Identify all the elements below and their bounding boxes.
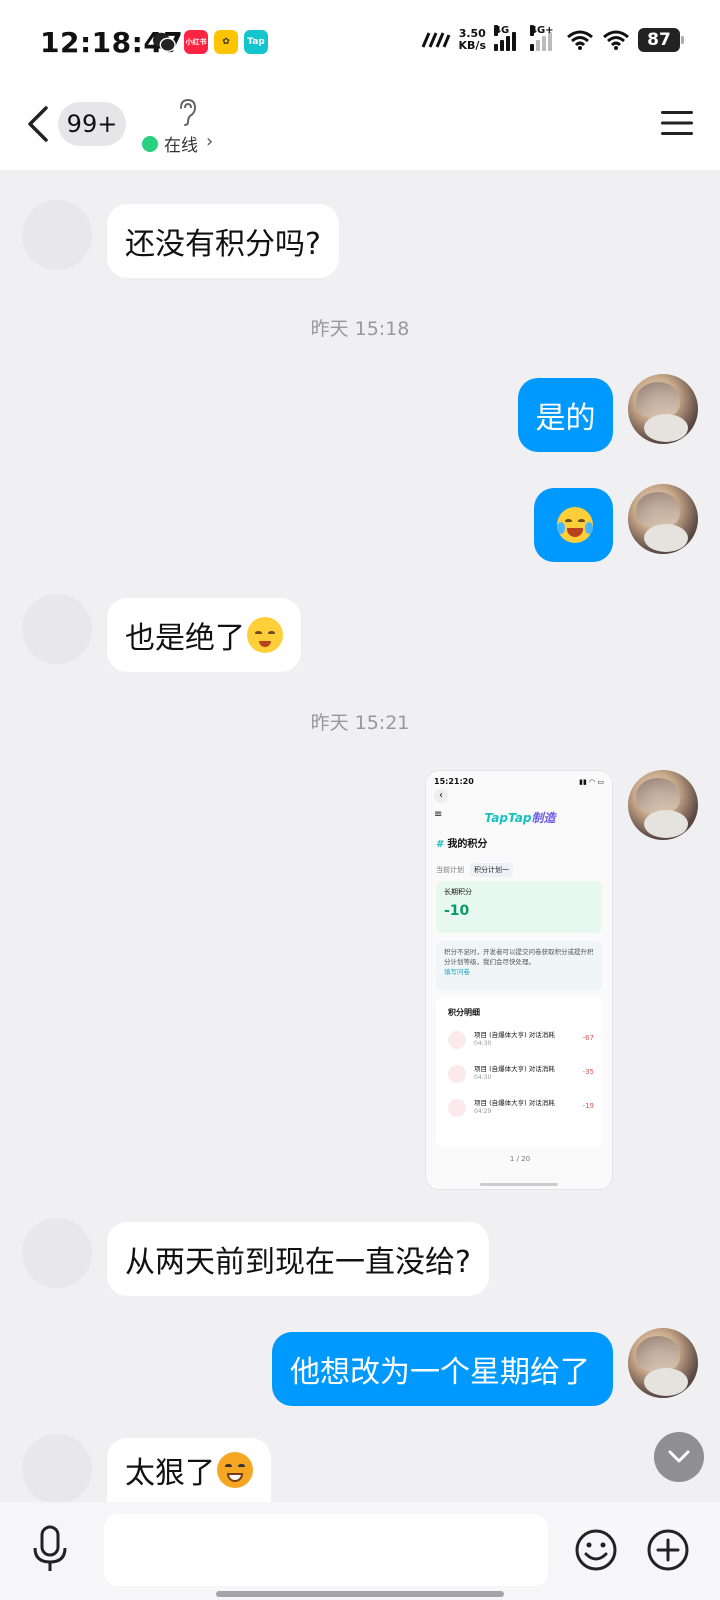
shot-pager: 1 / 20 (509, 1155, 531, 1163)
wifi-icon-2 (603, 30, 629, 50)
unread-count-badge[interactable]: 99+ (58, 102, 126, 146)
shot-note: 积分不足时，开发者可以提交问卷获取积分或提升积分计划等级，我们会尽快处理。 填写… (436, 941, 602, 991)
shot-note-text: 积分不足时，开发者可以提交问卷获取积分或提升积分计划等级，我们会尽快处理。 (444, 948, 594, 966)
shot-row-icon (448, 1031, 466, 1049)
shot-hash-icon: # (436, 839, 445, 850)
chevron-right-icon[interactable]: › (206, 131, 213, 152)
xiaohongshu-icon: 小红书 (184, 30, 208, 54)
wifi-icon (567, 30, 593, 50)
message-bubble-incoming[interactable]: 太狠了 (107, 1438, 271, 1502)
contact-avatar[interactable] (22, 200, 92, 270)
shot-tabs: 当前计划 积分计划一 (436, 863, 513, 877)
shot-row-amount: -19 (582, 1102, 594, 1110)
online-status-dot (142, 136, 158, 152)
home-indicator[interactable] (216, 1591, 504, 1597)
taptap-icon: Tap (244, 30, 268, 54)
shot-home-bar (480, 1183, 558, 1186)
dog-emoji (217, 1452, 253, 1488)
status-bar: 12:18:47 小红书 ✿ Tap 3.50 KB/s 4G 4G+ 87 (0, 0, 720, 90)
input-bar (0, 1502, 720, 1600)
message-bubble-incoming[interactable]: 也是绝了 (107, 598, 301, 672)
message-text: 还没有积分吗? (125, 227, 321, 262)
shot-back-icon: ‹ (434, 789, 448, 803)
my-avatar[interactable] (628, 484, 698, 554)
shot-tab-value: 积分计划一 (470, 863, 513, 877)
shot-row-icon (448, 1099, 466, 1117)
shot-row-time: 04:30 (474, 1074, 492, 1081)
chat-header: 99+ 在线 › (0, 90, 720, 170)
shot-row-icon (448, 1065, 466, 1083)
message-text: 是的 (535, 401, 596, 436)
signal-sim1-icon: 4G (494, 25, 522, 51)
scroll-to-bottom-button[interactable] (654, 1432, 704, 1482)
status-icons: 3.50 KB/s 4G 4G+ 87 (421, 25, 684, 52)
signal-sim2-icon: 4G+ (530, 25, 558, 51)
shot-row-name: 项目 (自爆体大亨) 对话消耗 (474, 1099, 555, 1107)
shot-row-amount: -35 (582, 1068, 594, 1076)
shot-card-label: 长期积分 (444, 888, 472, 896)
message-bubble-incoming[interactable]: 从两天前到现在一直没给? (107, 1222, 489, 1296)
shot-logo-a: TapTap (484, 811, 532, 825)
tears-of-joy-emoji (556, 507, 593, 543)
shot-time: 15:21:20 (434, 777, 474, 786)
message-text: 太狠了 (125, 1456, 215, 1491)
microphone-icon[interactable] (30, 1524, 70, 1574)
my-avatar[interactable] (628, 770, 698, 840)
shot-row-time: 04:30 (474, 1040, 492, 1047)
shot-detail-row: 项目 (自爆体大亨) 对话消耗 04:29 -19 (448, 1095, 594, 1123)
my-avatar[interactable] (628, 1328, 698, 1398)
shot-row-name: 项目 (自爆体大亨) 对话消耗 (474, 1065, 555, 1073)
speechless-emoji (247, 617, 283, 653)
shot-detail-row: 项目 (自爆体大亨) 对话消耗 04:30 -67 (448, 1027, 594, 1055)
online-status-label[interactable]: 在线 (164, 131, 198, 156)
screenshot-thumbnail[interactable]: 15:21:20 ▮▮ ◠ ▭ ‹ ≡ TapTap制造 # 我的积分 当前计划 … (425, 770, 613, 1190)
message-bubble-outgoing[interactable]: 是的 (518, 378, 613, 452)
shot-status-icons: ▮▮ ◠ ▭ (579, 778, 604, 786)
sim1-label: 4G (494, 25, 510, 36)
message-text: 他想改为一个星期给了 (290, 1355, 590, 1390)
plus-icon[interactable] (646, 1528, 690, 1572)
message-bubble-incoming[interactable]: 还没有积分吗? (107, 204, 339, 278)
back-arrow-icon[interactable] (24, 104, 54, 144)
chevron-down-icon (668, 1450, 690, 1463)
shot-logo-b: 制造 (531, 811, 556, 825)
shot-detail-row: 项目 (自爆体大亨) 对话消耗 04:30 -35 (448, 1061, 594, 1089)
shot-points-card: 长期积分 -10 (436, 881, 602, 933)
emoji-icon[interactable] (574, 1528, 618, 1572)
shot-title-text: 我的积分 (447, 839, 488, 850)
sim2-label: 4G+ (530, 25, 554, 36)
shot-detail-title: 积分明细 (448, 1008, 480, 1017)
shot-row-time: 04:29 (474, 1108, 492, 1115)
net-speed-unit: KB/s (458, 39, 486, 52)
shot-title: # 我的积分 (436, 835, 487, 850)
wechat-icon (152, 30, 176, 54)
contact-avatar[interactable] (22, 1434, 92, 1504)
message-bubble-outgoing[interactable] (534, 488, 613, 562)
message-timestamp: 昨天 15:21 (310, 712, 410, 734)
shot-logo: TapTap制造 (426, 809, 612, 826)
ear-icon[interactable] (176, 98, 198, 126)
hyperos-icon (421, 32, 450, 48)
menu-icon[interactable] (660, 108, 694, 138)
shot-row-name: 项目 (自爆体大亨) 对话消耗 (474, 1031, 555, 1039)
app-icon: ✿ (214, 30, 238, 54)
net-speed: 3.50 KB/s (459, 28, 486, 52)
shot-detail-panel: 积分明细 项目 (自爆体大亨) 对话消耗 04:30 -67 项目 (自爆体大亨… (436, 997, 602, 1147)
message-text: 也是绝了 (125, 621, 245, 656)
message-bubble-outgoing[interactable]: 他想改为一个星期给了 (272, 1332, 613, 1406)
contact-avatar[interactable] (22, 1218, 92, 1288)
message-timestamp: 昨天 15:18 (310, 318, 410, 340)
shot-card-value: -10 (444, 903, 470, 919)
shot-tab-label: 当前计划 (436, 866, 464, 874)
message-input[interactable] (104, 1514, 548, 1586)
shot-row-amount: -67 (582, 1034, 594, 1042)
message-text: 从两天前到现在一直没给? (125, 1245, 471, 1280)
battery-indicator: 87 (638, 28, 684, 52)
shot-note-link: 填写问卷 (444, 968, 470, 976)
contact-avatar[interactable] (22, 594, 92, 664)
my-avatar[interactable] (628, 374, 698, 444)
